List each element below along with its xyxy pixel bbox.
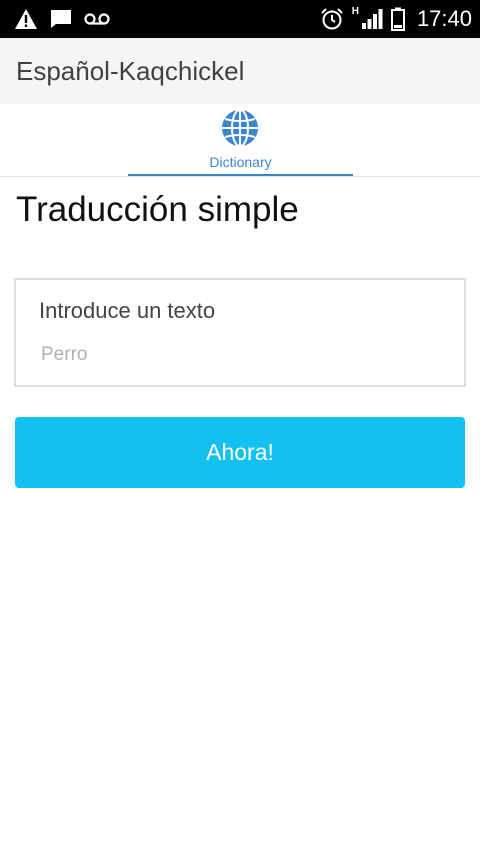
text-input[interactable] [39,338,441,372]
tab-bar: Dictionary [0,104,480,177]
input-card: Introduce un texto [14,278,466,387]
app-title: Español-Kaqchickel [16,56,245,86]
page-title: Traducción simple [16,190,299,229]
voicemail-icon [84,12,110,26]
tab-dictionary-label: Dictionary [209,154,272,170]
warning-icon [14,8,38,30]
message-icon [50,9,72,29]
input-label: Introduce un texto [39,298,216,323]
alarm-icon [320,7,344,31]
globe-icon [222,109,258,147]
battery-icon [390,7,405,31]
signal-icon [361,8,383,30]
tab-dictionary[interactable]: Dictionary [128,104,353,176]
translate-button[interactable]: Ahora! [15,417,465,488]
status-bar: H 17:40 [0,0,480,38]
app-bar: Español-Kaqchickel [0,38,480,104]
status-time: 17:40 [416,6,472,31]
network-type-label: H [351,5,359,17]
